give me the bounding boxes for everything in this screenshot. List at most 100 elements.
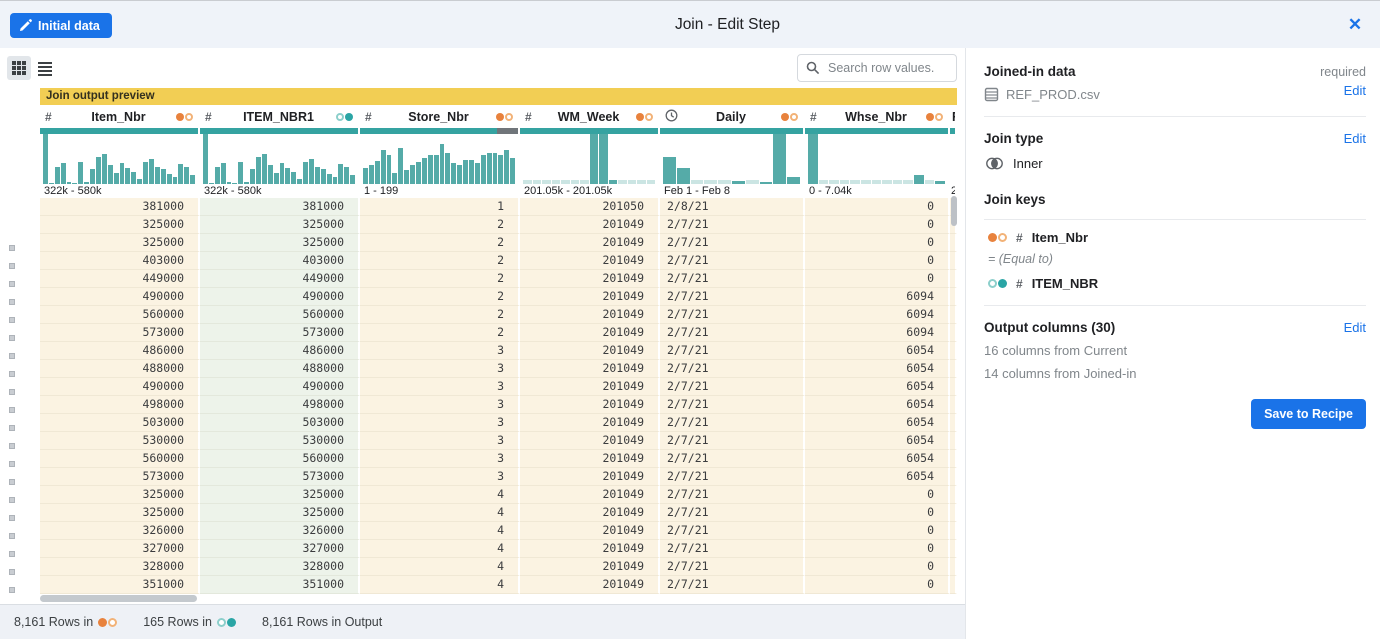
cell: 498000 [200,396,360,414]
cell: 0 [805,540,950,558]
cell: 201049 [520,270,660,288]
save-to-recipe-button[interactable]: Save to Recipe [1251,399,1366,429]
numeric-type-icon: # [205,110,221,124]
column-Daily[interactable]: DailyFeb 1 - Feb 8 [660,105,805,198]
cell: 4 [360,486,520,504]
cell: 490000 [200,288,360,306]
table-row: 48800048800032010492/7/216054 [40,360,957,378]
column-histogram[interactable] [660,134,803,184]
horizontal-scrollbar[interactable] [40,595,197,602]
search-input[interactable] [797,54,957,82]
current-dataset-icon [636,113,653,121]
grid-view-icon[interactable] [7,56,31,80]
cell: 2/7/21 [660,252,805,270]
row-marker [0,292,40,310]
join-operator: = (Equal to) [988,252,1366,266]
cell: 4 [360,540,520,558]
cell: 6094 [805,306,950,324]
cell: 2 [360,324,520,342]
row-marker [0,436,40,454]
cell: 4 [360,576,520,594]
cell: 486000 [40,342,200,360]
cell: 351000 [200,576,360,594]
column-Whse_Nbr[interactable]: #Whse_Nbr0 - 7.04k [805,105,950,198]
cell: 6054 [805,414,950,432]
list-view-icon[interactable] [33,56,57,80]
row-marker [0,580,40,598]
cell: 201049 [520,522,660,540]
cell: 6054 [805,432,950,450]
cell: 403000 [40,252,200,270]
column-Store_Nbr[interactable]: #Store_Nbr1 - 199 [360,105,520,198]
column-name: Whse_Nbr [826,110,926,124]
cell: 201049 [520,378,660,396]
column-Item_Nbr[interactable]: #Item_Nbr322k - 580k [40,105,200,198]
vertical-scrollbar[interactable] [951,196,957,226]
column-range-label: 201.05k - 201.05k [520,184,658,198]
row-marker [0,238,40,256]
cell: 2/7/21 [660,324,805,342]
cell: 328000 [200,558,360,576]
cell: 325000 [200,504,360,522]
cell: 327000 [200,540,360,558]
column-histogram[interactable] [360,134,518,184]
cell-partial [950,360,957,378]
edit-joined-in-link[interactable]: Edit [1344,83,1366,98]
row-marker [0,364,40,382]
join-keys-title: Join keys [984,192,1046,207]
cell: 503000 [40,414,200,432]
row-marker [0,454,40,472]
current-dataset-icon [176,113,193,121]
edit-output-columns-link[interactable]: Edit [1344,320,1366,335]
column-histogram[interactable] [520,134,658,184]
table-row: 40300040300022010492/7/210 [40,252,957,270]
cell: 4 [360,504,520,522]
columns-from-current: 16 columns from Current [984,343,1366,358]
search-icon [806,61,820,75]
table-row: 57300057300022010492/7/216094 [40,324,957,342]
page-title: Join - Edit Step [75,1,1380,49]
row-marker [0,418,40,436]
cell: 449000 [40,270,200,288]
status-bar: 8,161 Rows in 165 Rows in 8,161 Rows in … [0,604,965,639]
column-histogram[interactable] [805,134,948,184]
cell: 0 [805,522,950,540]
numeric-type-icon: # [45,110,61,124]
cell-partial [950,576,957,594]
table-rows: 38100038100012010502/8/21032500032500022… [40,198,957,594]
edit-join-type-link[interactable]: Edit [1344,131,1366,146]
joined-dataset-icon [217,618,236,627]
close-icon[interactable]: ✕ [1344,14,1366,36]
table-row: 57300057300032010492/7/216054 [40,468,957,486]
cell: 201049 [520,252,660,270]
cell: 573000 [200,324,360,342]
cell: 2/7/21 [660,486,805,504]
joined-dataset-icon [988,279,1007,288]
joined-dataset-icon [336,113,353,121]
column-ITEM_NBR1[interactable]: #ITEM_NBR1322k - 580k [200,105,360,198]
table-row: 49000049000022010492/7/216094 [40,288,957,306]
cell: 327000 [40,540,200,558]
column-WM_Week[interactable]: #WM_Week201.05k - 201.05k [520,105,660,198]
row-marker [0,346,40,364]
column-histogram[interactable] [200,134,358,184]
cell: 325000 [40,486,200,504]
column-histogram[interactable] [40,134,198,184]
required-label: required [1320,65,1366,79]
cell: 201049 [520,360,660,378]
join-key-right: # ITEM_NBR [988,276,1366,291]
cell: 488000 [200,360,360,378]
cell-partial [950,234,957,252]
inner-join-icon [984,156,1005,171]
cell: 2/7/21 [660,288,805,306]
column-headers: #Item_Nbr322k - 580k#ITEM_NBR1322k - 580… [40,105,957,198]
table-row: 56000056000032010492/7/216054 [40,450,957,468]
output-columns-title: Output columns (30) [984,320,1115,335]
cell: 490000 [200,378,360,396]
cell: 403000 [200,252,360,270]
table-row: 53000053000032010492/7/216054 [40,432,957,450]
table-row: 32500032500042010492/7/210 [40,486,957,504]
row-marker [0,490,40,508]
cell: 488000 [40,360,200,378]
rows-in-joined: 165 Rows in [143,615,236,629]
